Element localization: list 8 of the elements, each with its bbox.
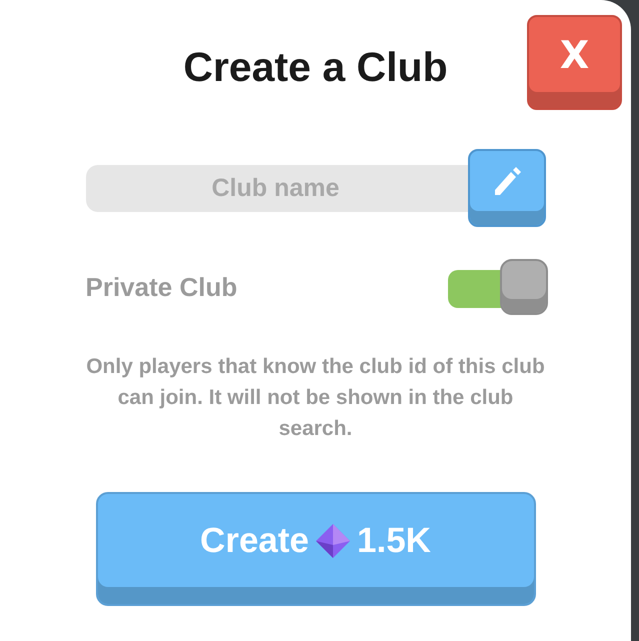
close-button[interactable]: X bbox=[527, 15, 622, 110]
toggle-label: Private Club bbox=[86, 272, 238, 302]
private-toggle[interactable] bbox=[448, 259, 548, 315]
create-button[interactable]: Create 1.5K bbox=[96, 492, 536, 606]
description-text: Only players that know the club id of this club can join. It will not be shown in the club search. bbox=[86, 354, 546, 442]
dialog-title: Create a Club bbox=[183, 43, 448, 92]
edit-button[interactable] bbox=[468, 149, 546, 227]
gem-icon bbox=[315, 522, 351, 558]
